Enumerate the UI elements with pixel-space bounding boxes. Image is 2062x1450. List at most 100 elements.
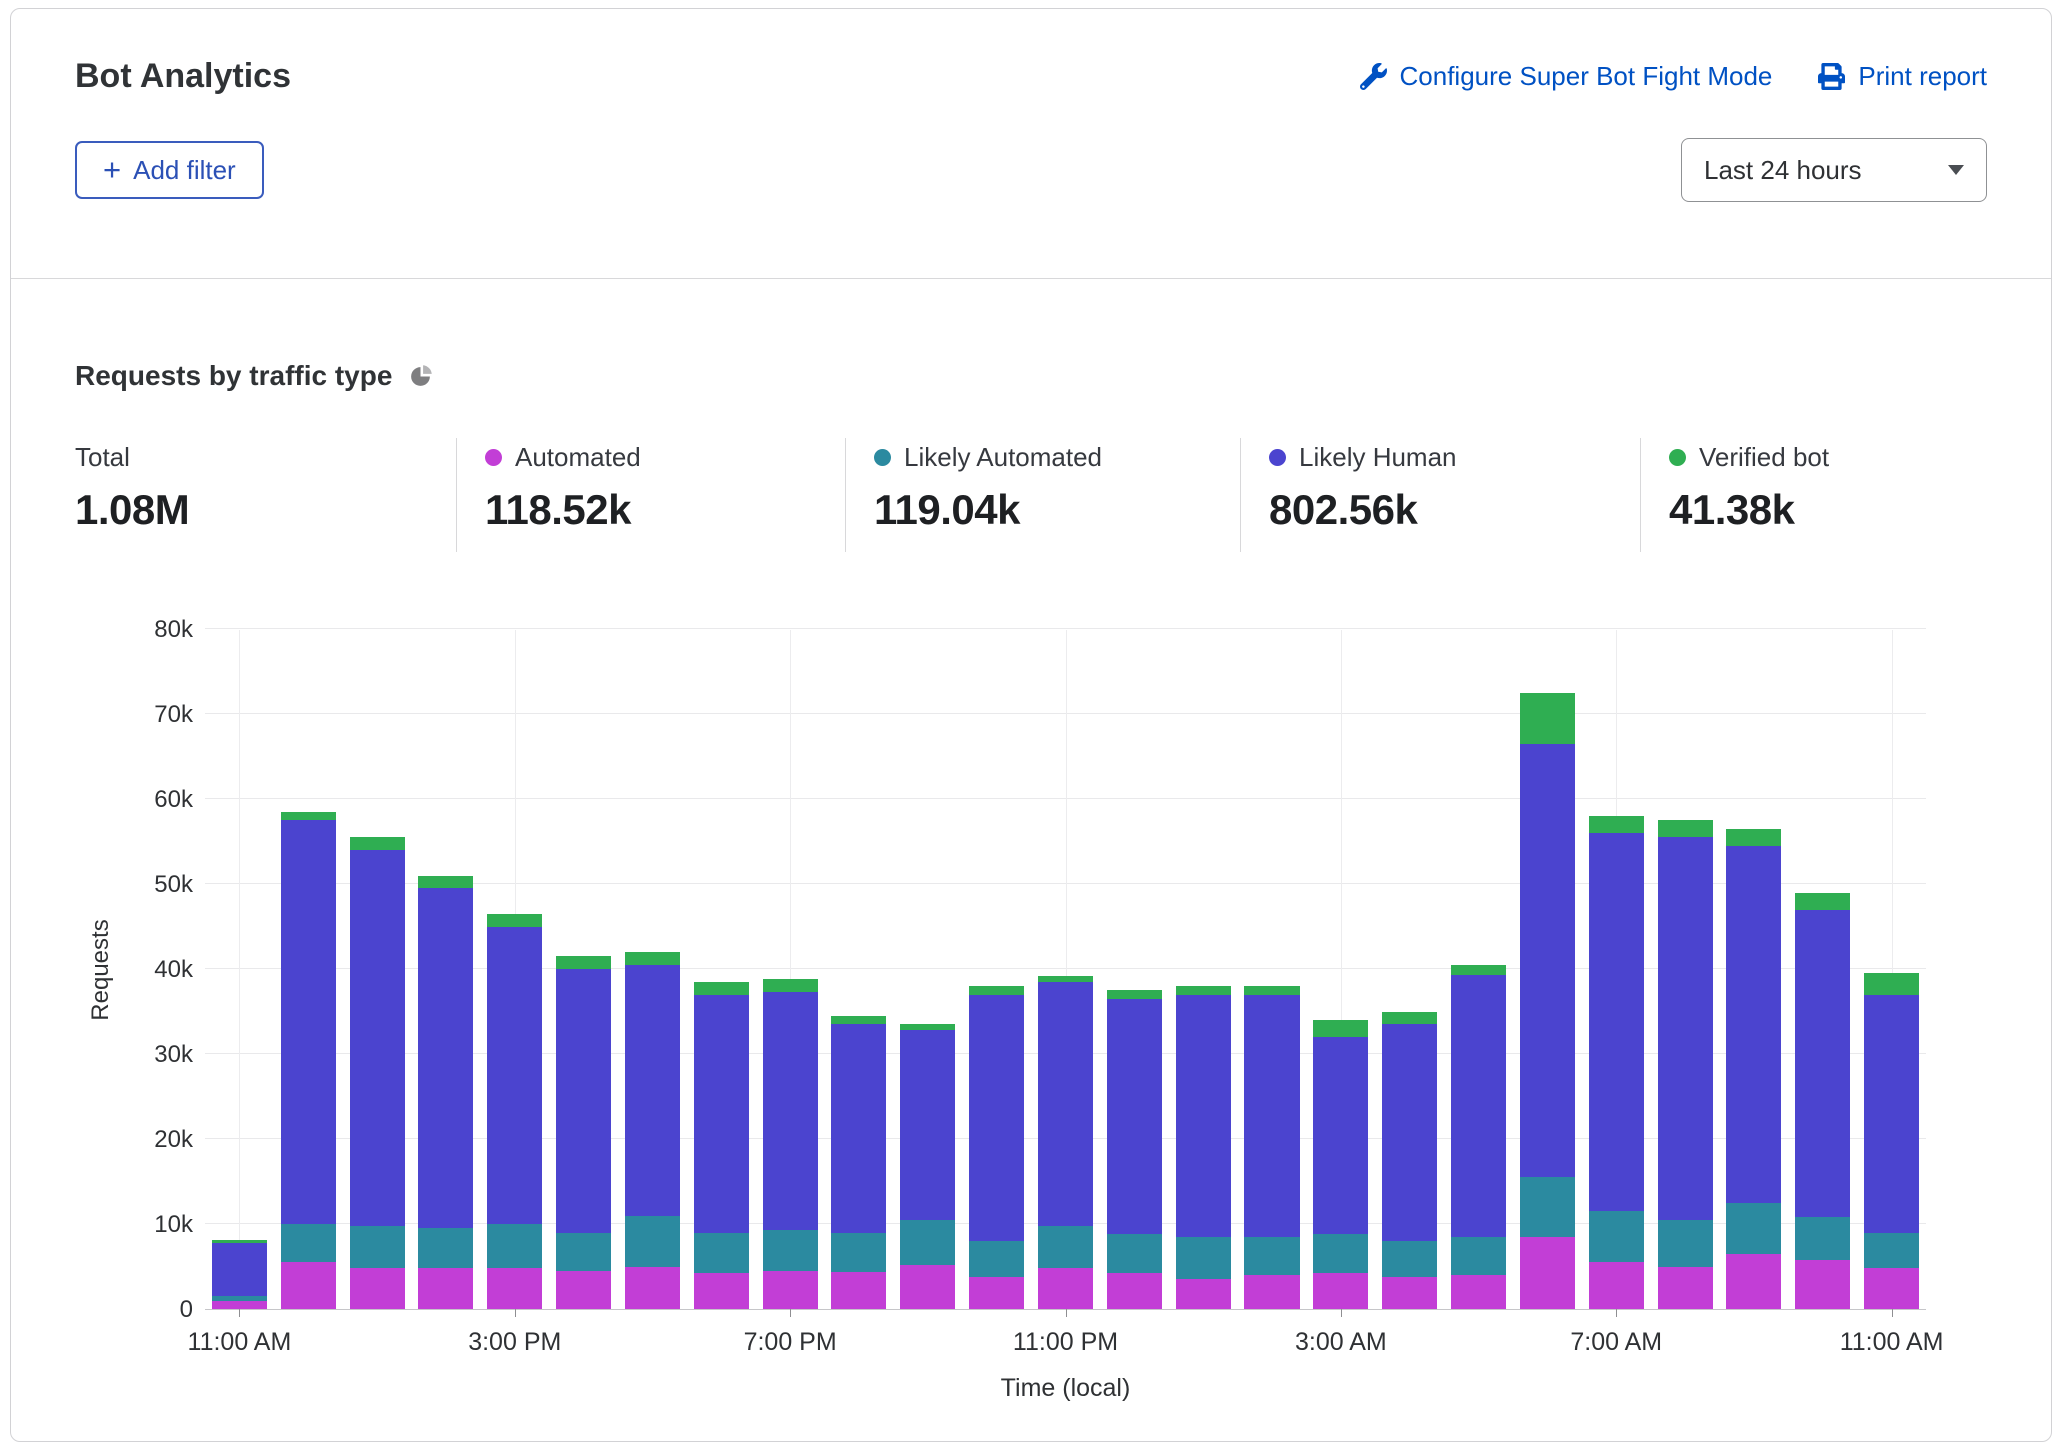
bar-segment-likely-human <box>418 888 473 1228</box>
bar-stack <box>1520 693 1575 1309</box>
stat-label-text: Total <box>75 442 130 473</box>
bar-stack <box>1176 986 1231 1309</box>
configure-super-bot-fight-mode-link[interactable]: Configure Super Bot Fight Mode <box>1360 61 1773 92</box>
bot-analytics-card: Bot Analytics Configure Super Bot Fight … <box>10 8 2052 1442</box>
bar-segment-likely-human <box>1451 975 1506 1237</box>
bar-segment-likely-human <box>831 1024 886 1232</box>
bar-segment-likely-automated <box>969 1241 1024 1277</box>
stat-automated[interactable]: Automated118.52k <box>456 438 845 552</box>
bar-segment-likely-automated <box>694 1233 749 1274</box>
bar-segment-automated <box>1589 1262 1644 1309</box>
stat-likely-automated[interactable]: Likely Automated119.04k <box>845 438 1240 552</box>
bar-segment-likely-human <box>350 850 405 1226</box>
bar-segment-likely-human <box>281 820 336 1224</box>
stat-label: Total <box>75 442 456 473</box>
plus-icon: + <box>103 154 121 185</box>
x-tick-label: 3:00 PM <box>468 1328 561 1357</box>
bar-segment-likely-automated <box>1313 1234 1368 1273</box>
bar <box>962 630 1031 1309</box>
bar-segment-likely-human <box>1589 833 1644 1211</box>
x-tick-label: 3:00 AM <box>1295 1328 1387 1357</box>
stat-verified-bot[interactable]: Verified bot 41.38k <box>1640 438 1987 552</box>
bar-segment-likely-human <box>556 969 611 1233</box>
stat-label-text: Verified bot <box>1699 442 1829 473</box>
bar-stack <box>1313 1020 1368 1309</box>
bar-segment-automated <box>1038 1268 1093 1309</box>
stat-label-text: Automated <box>515 442 641 473</box>
bar-segment-likely-human <box>763 992 818 1230</box>
section-title: Requests by traffic type <box>75 360 392 392</box>
x-tick-mark <box>515 1309 516 1317</box>
bar-segment-likely-automated <box>1382 1241 1437 1277</box>
bar-segment-verified-bot <box>1107 990 1162 999</box>
y-tick-label: 20k <box>154 1126 193 1154</box>
bar-segment-likely-automated <box>1244 1237 1299 1275</box>
bar-segment-verified-bot <box>350 837 405 850</box>
x-axis-title: Time (local) <box>205 1374 1926 1403</box>
bar <box>1444 630 1513 1309</box>
bar-segment-automated <box>1726 1254 1781 1309</box>
bar <box>1169 630 1238 1309</box>
bar-segment-likely-human <box>969 995 1024 1242</box>
bar-segment-likely-human <box>1313 1037 1368 1234</box>
print-report-link[interactable]: Print report <box>1818 61 1987 92</box>
bar <box>1788 630 1857 1309</box>
y-tick-label: 70k <box>154 701 193 729</box>
bar-segment-automated <box>1244 1275 1299 1309</box>
bar-segment-automated <box>350 1268 405 1309</box>
bar-segment-verified-bot <box>1864 973 1919 994</box>
bar <box>274 630 343 1309</box>
configure-link-label: Configure Super Bot Fight Mode <box>1400 61 1773 92</box>
stat-label: Likely Human <box>1269 442 1640 473</box>
bar <box>480 630 549 1309</box>
bar-stack <box>418 876 473 1309</box>
bar-segment-verified-bot <box>556 956 611 969</box>
bar-segment-automated <box>556 1271 611 1309</box>
stat-total[interactable]: Total1.08M <box>75 438 456 552</box>
y-tick-label: 30k <box>154 1041 193 1069</box>
bar-stack <box>1244 986 1299 1309</box>
bar-segment-verified-bot <box>1451 965 1506 975</box>
x-tick-mark <box>1341 1309 1342 1317</box>
stat-likely-human[interactable]: Likely Human 802.56k <box>1240 438 1640 552</box>
bar <box>1375 630 1444 1309</box>
x-tick-label: 7:00 PM <box>744 1328 837 1357</box>
bar-segment-automated <box>281 1262 336 1309</box>
bar-segment-likely-automated <box>1451 1237 1506 1275</box>
bar-segment-verified-bot <box>1244 986 1299 995</box>
bar-segment-automated <box>1313 1273 1368 1309</box>
bar-segment-verified-bot <box>625 952 680 965</box>
bar-stack <box>831 1016 886 1309</box>
x-tick-mark <box>1066 1309 1067 1317</box>
stat-value: 802.56k <box>1269 486 1640 534</box>
bar-segment-likely-human <box>694 995 749 1233</box>
bar-segment-likely-automated <box>1726 1203 1781 1254</box>
x-tick-label: 7:00 AM <box>1570 1328 1662 1357</box>
bar-segment-likely-automated <box>1176 1237 1231 1280</box>
bar-segment-automated <box>831 1272 886 1309</box>
y-tick-label: 60k <box>154 786 193 814</box>
legend-dot-automated <box>485 449 502 466</box>
bar-segment-likely-human <box>212 1243 267 1297</box>
x-axis-labels: 11:00 AM3:00 PM7:00 PM11:00 PM3:00 AM7:0… <box>205 1328 1926 1360</box>
time-range-select[interactable]: Last 24 hours <box>1681 138 1987 202</box>
bar <box>1651 630 1720 1309</box>
bar-segment-likely-human <box>900 1030 955 1220</box>
chart-plot <box>205 630 1926 1310</box>
bar-segment-verified-bot <box>763 979 818 992</box>
bar-segment-verified-bot <box>1520 693 1575 744</box>
bar-segment-automated <box>969 1277 1024 1309</box>
bar-segment-likely-human <box>1795 910 1850 1218</box>
stat-value: 41.38k <box>1669 486 1987 534</box>
legend-dot-likely-automated <box>874 449 891 466</box>
add-filter-button[interactable]: + Add filter <box>75 141 264 199</box>
card-body: Requests by traffic type Total1.08MAutom… <box>11 279 2051 1418</box>
bar-segment-verified-bot <box>1313 1020 1368 1037</box>
bar-stack <box>1864 973 1919 1309</box>
bar-segment-automated <box>763 1271 818 1309</box>
bar-segment-likely-automated <box>625 1216 680 1267</box>
bar-stack <box>1658 820 1713 1309</box>
bar-segment-verified-bot <box>831 1016 886 1025</box>
bar-segment-automated <box>1176 1279 1231 1309</box>
printer-icon <box>1818 63 1845 90</box>
